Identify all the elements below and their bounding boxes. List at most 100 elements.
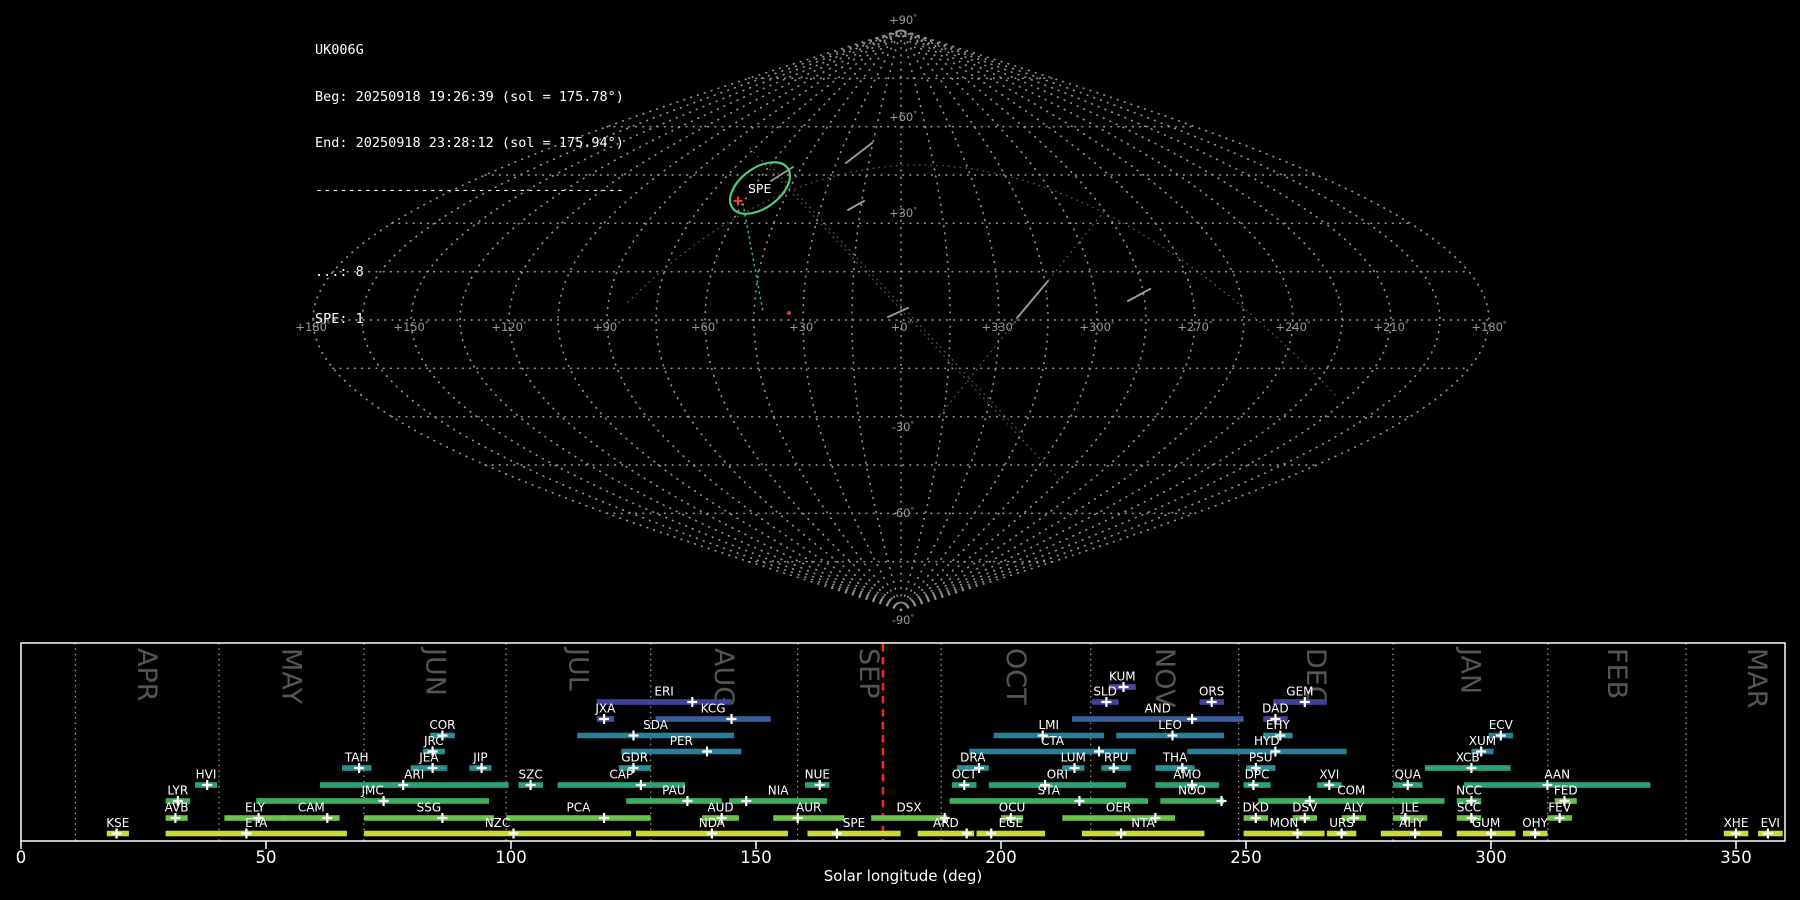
shower-SZC: SZC xyxy=(518,768,543,790)
shower-code-label: NOO xyxy=(1178,784,1206,798)
shower-code-label: LEO xyxy=(1158,718,1182,732)
shower-peak-marker xyxy=(525,780,536,790)
shower-NUE: NUE xyxy=(805,768,830,790)
x-tick-label: 0 xyxy=(16,848,27,867)
shower-activity-bar xyxy=(1081,830,1205,837)
shower-code-label: AUD xyxy=(707,801,733,815)
month-label: JUN xyxy=(420,646,451,696)
shower-code-label: OER xyxy=(1106,801,1131,815)
shower-OHY: OHY xyxy=(1522,816,1549,839)
shower-code-label: LYR xyxy=(167,784,188,798)
shower-code-label: HYD xyxy=(1254,734,1280,748)
shower-code-label: RPU xyxy=(1104,751,1128,765)
shower-code-label: DRA xyxy=(960,751,986,765)
shower-EGE: EGE xyxy=(976,816,1046,839)
shower-code-label: KSE xyxy=(106,816,129,830)
shower-peak-marker xyxy=(508,828,519,839)
shower-activity-bar xyxy=(364,830,632,837)
shower-code-label: FED xyxy=(1554,784,1578,798)
shower-peak-marker xyxy=(378,796,389,806)
shower-activity-bar xyxy=(256,798,489,804)
shower-code-label: THA xyxy=(1162,751,1188,765)
shower-code-label: AMO xyxy=(1173,768,1201,782)
shower-code-label: ARD xyxy=(933,816,959,830)
shower-code-label: XCB xyxy=(1456,751,1480,765)
shower-RPU: RPU xyxy=(1101,751,1131,773)
shower-activity-bar xyxy=(165,830,347,837)
shower-code-label: NZC xyxy=(485,816,511,830)
shower-activity-bar xyxy=(319,782,509,788)
shower-code-label: JLE xyxy=(1400,801,1419,815)
shower-peak-marker xyxy=(354,763,365,773)
shower-peak-marker xyxy=(1410,828,1421,839)
shower-peak-marker xyxy=(831,828,842,839)
shower-peak-marker xyxy=(1167,730,1178,741)
x-tick-label: 100 xyxy=(495,848,527,867)
shower-bars: KUM ERI SLD ORS GEM JXA KCG AND DAD COR SDA LMI LEO E… xyxy=(106,670,1783,839)
shower-peak-marker xyxy=(1108,763,1119,773)
shower-peak-marker xyxy=(1118,682,1129,692)
shower-activity-bar xyxy=(506,815,651,821)
shower-code-label: SDA xyxy=(643,718,669,732)
shower-code-label: ORI xyxy=(1047,768,1068,782)
shower-code-label: PCA xyxy=(566,801,591,815)
shower-JIP: JIP xyxy=(469,751,492,773)
shower-peak-marker xyxy=(1069,763,1080,773)
shower-activity-bar xyxy=(655,716,771,722)
x-axis: 0 50 100 150 200 250 300 350 Solar longitude (de… xyxy=(16,841,1752,885)
shower-code-label: STA xyxy=(1038,784,1061,798)
shower-code-label: NUE xyxy=(805,768,830,782)
shower-code-label: QUA xyxy=(1394,768,1421,782)
month-label: JUL xyxy=(563,646,594,691)
shower-code-label: NDA xyxy=(699,816,726,830)
shower-code-label: GUM xyxy=(1472,816,1500,830)
shower-code-label: NIA xyxy=(768,784,790,798)
shower-peak-marker xyxy=(599,813,610,823)
shower-code-label: CAP xyxy=(609,768,633,782)
shower-code-label: PER xyxy=(670,734,693,748)
shower-EVI: EVI xyxy=(1758,816,1783,839)
shower-peak-marker xyxy=(1466,763,1477,773)
shower-code-label: JRC xyxy=(423,734,444,748)
shower-peak-marker xyxy=(1074,796,1085,806)
shower-peak-marker xyxy=(322,813,333,823)
shower-peak-marker xyxy=(1292,828,1303,839)
shower-peak-marker xyxy=(427,763,438,773)
shower-code-label: CTA xyxy=(1041,734,1065,748)
shower-code-label: ORS xyxy=(1199,685,1224,699)
shower-code-label: OCT xyxy=(952,768,978,782)
shower-ORS: ORS xyxy=(1199,685,1224,707)
shower-ARI: ARI xyxy=(319,768,509,790)
shower-peak-marker xyxy=(202,780,213,790)
meteor-station-plot: UK006G Beg: 20250918 19:26:39 (sol = 175… xyxy=(0,0,1800,900)
shower-activity-bar xyxy=(577,732,734,739)
shower-code-label: KCG xyxy=(701,702,726,716)
x-tick-label: 350 xyxy=(1720,848,1752,867)
shower-peak-marker xyxy=(1206,697,1217,707)
shower-CAM: CAM xyxy=(283,801,340,823)
shower-code-label: MON xyxy=(1270,816,1299,830)
x-tick-label: 50 xyxy=(256,848,277,867)
shower-code-label: URS xyxy=(1329,816,1354,830)
shower-code-label: AAN xyxy=(1544,768,1570,782)
shower-peak-marker xyxy=(1250,813,1261,823)
shower-peak-marker xyxy=(961,828,972,839)
shower-KSE: KSE xyxy=(106,816,129,839)
shower-activity-bar xyxy=(364,815,494,821)
shower-peak-marker xyxy=(682,796,693,806)
shower-KCG: KCG xyxy=(655,702,771,724)
shower-code-label: DAD xyxy=(1262,702,1288,716)
shower-code-label: EHY xyxy=(1266,718,1291,732)
shower-code-label: OHY xyxy=(1522,816,1548,830)
shower-code-label: SLD xyxy=(1093,685,1117,699)
shower-code-label: ALY xyxy=(1343,801,1364,815)
shower-peak-marker xyxy=(1187,714,1198,724)
shower-peak-marker xyxy=(726,714,737,724)
shower-code-label: JIP xyxy=(472,751,487,765)
shower-peak-marker xyxy=(1554,813,1565,823)
shower-peak-marker xyxy=(706,828,717,839)
shower-code-label: COM xyxy=(1337,784,1365,798)
shower-peak-marker xyxy=(241,828,252,839)
month-label: MAY xyxy=(275,648,306,705)
shower-code-label: PAU xyxy=(662,784,685,798)
